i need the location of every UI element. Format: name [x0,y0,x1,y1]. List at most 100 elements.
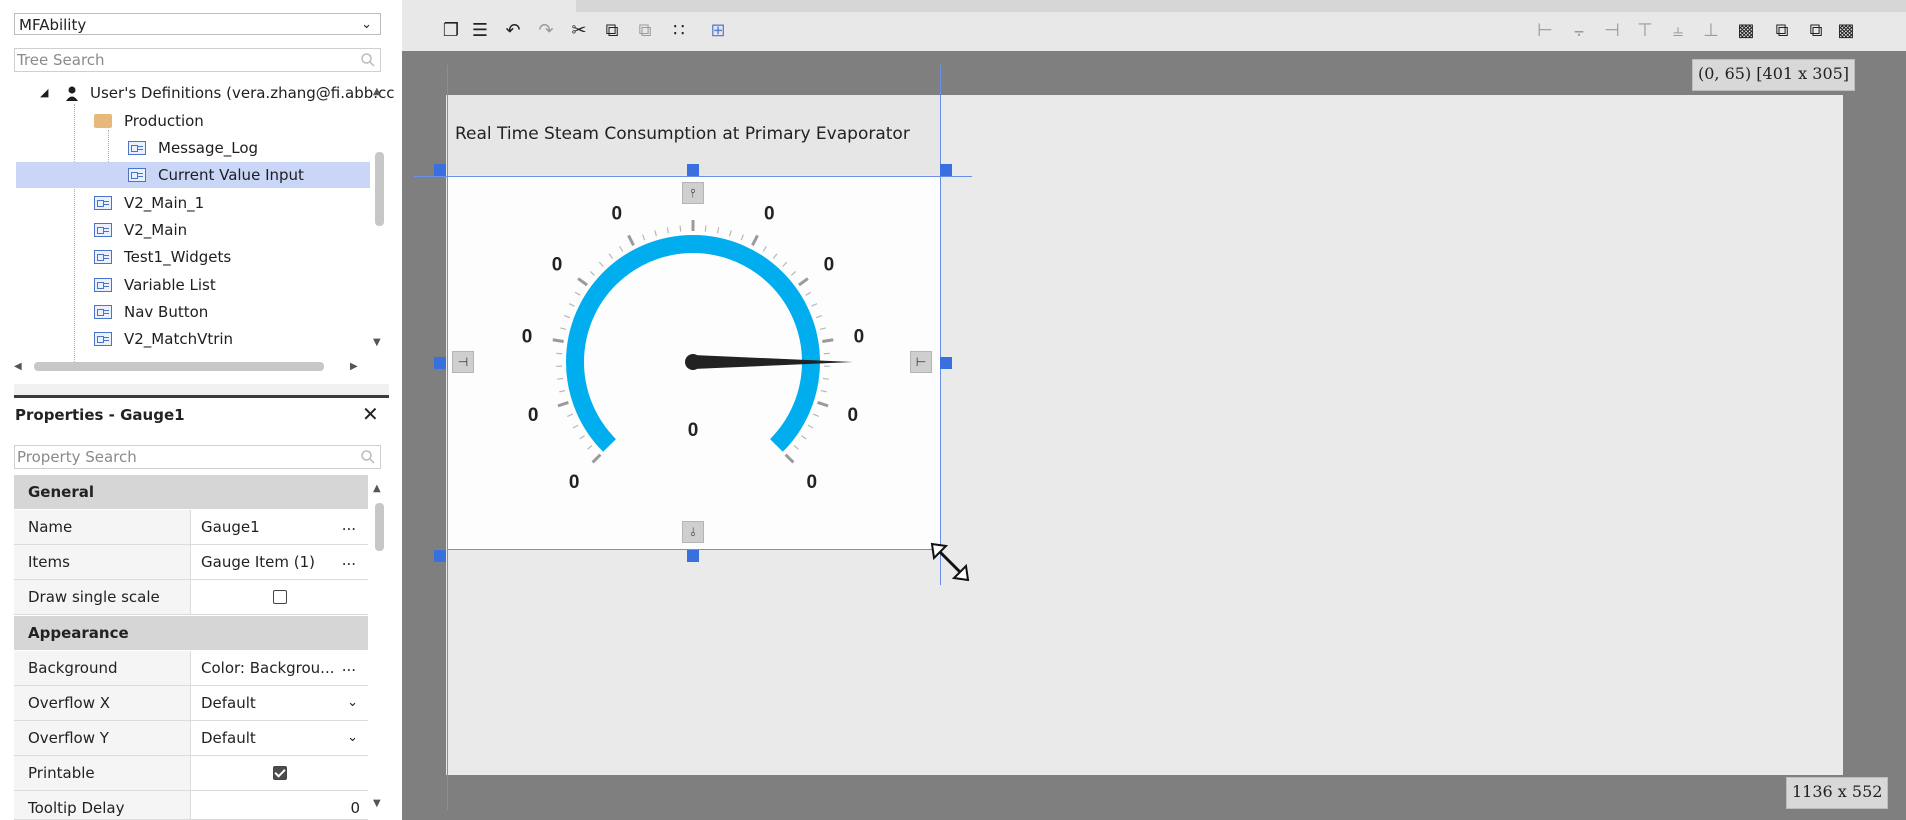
bring-to-front-icon[interactable]: ⧉ [1805,20,1827,42]
property-value-text: Gauge1 [201,518,260,536]
properties-vertical-scrollbar[interactable] [375,503,384,551]
display-icon [128,168,146,182]
gauge-tick-label: 0 [552,254,563,275]
undo-icon[interactable]: ↶ [502,20,524,42]
pin-left-icon[interactable]: ⊣ [452,351,474,373]
application-select-value: MFAbility [19,16,87,34]
gauge-minor-tick [762,246,767,252]
gauge-minor-tick [654,230,658,237]
selection-guide-right [940,65,941,585]
property-row-printable: Printable [14,756,368,791]
close-icon[interactable]: ✕ [362,402,379,426]
align-bottom-icon[interactable]: ⊥ [1700,20,1722,42]
gauge-tick-label: 0 [807,472,818,493]
property-label: Background [28,659,118,677]
display-icon [94,196,112,210]
gauge-major-tick [817,401,829,408]
grid-icon[interactable]: ∷ [668,20,690,42]
gauge-minor-tick [801,435,807,440]
paste-icon[interactable]: ⧉ [634,20,656,42]
draw-single-scale-checkbox[interactable] [273,590,287,604]
tree-item-variable-list[interactable]: Variable List [14,272,374,298]
resize-handle-bottom-left[interactable] [434,550,446,562]
overflow-x-select[interactable]: Default ⌄ [190,686,368,720]
scroll-down-arrow[interactable]: ▼ [373,798,381,809]
copy-icon[interactable]: ⧉ [601,20,623,42]
align-left-icon[interactable]: ⊢ [1534,20,1556,42]
property-value-printable [190,756,368,790]
gauge-minor-tick [811,303,818,307]
scroll-up-arrow[interactable]: ▲ [373,86,381,97]
property-group-label: General [28,483,94,501]
tree-item-label: Message_Log [158,139,259,157]
property-value-items[interactable]: Gauge Item (1) ... [190,545,368,579]
display-icon [94,223,112,237]
scroll-down-arrow[interactable]: ▼ [373,337,381,348]
gauge-minor-tick [716,227,720,234]
align-top-icon[interactable]: ⊤ [1634,20,1656,42]
property-label: Name [28,518,73,536]
resize-handle-top[interactable] [687,164,699,176]
cut-icon[interactable]: ✂ [568,20,590,42]
ellipsis-button[interactable]: ... [342,651,356,683]
resize-handle-left[interactable] [434,357,446,369]
gauge-minor-tick [772,253,778,259]
list-icon[interactable]: ☰ [469,20,491,42]
redo-icon[interactable]: ↷ [535,20,557,42]
property-group-appearance[interactable]: Appearance [14,616,368,650]
scroll-right-arrow[interactable]: ▶ [350,361,358,372]
align-middle-icon[interactable]: ⫨ [1667,20,1689,42]
send-to-back-icon[interactable]: ▩ [1835,20,1857,42]
tree-item-user-definitions[interactable]: ◢ User's Definitions (vera.zhang@fi.abb.… [14,80,395,106]
tree-item-production[interactable]: Production [14,108,374,134]
ellipsis-button[interactable]: ... [342,510,356,542]
gauge-hub [685,354,701,370]
scroll-left-arrow[interactable]: ◀ [14,361,22,372]
tree-item-test1-widgets[interactable]: Test1_Widgets [14,244,374,270]
snap-grid-icon[interactable]: ⊞ [707,20,729,42]
printable-checkbox[interactable] [273,766,287,780]
property-row-background: Background Color: Backgrou... ... [14,651,368,686]
duplicate-icon[interactable]: ❐ [440,20,462,42]
gauge-minor-tick [820,389,827,393]
gauge-widget[interactable]: 00000000000 0 ⫯ ⊣ ⊢ ⫰ [447,177,940,550]
tooltip-delay-input[interactable]: 0 [190,791,368,819]
tree-horizontal-scrollbar[interactable] [34,362,324,371]
tree-item-current-value-input[interactable]: Current Value Input [16,162,370,188]
selection-guide-top [414,176,972,177]
collapse-triangle-icon[interactable]: ◢ [40,80,48,106]
search-icon [361,53,375,67]
property-label: Tooltip Delay [28,799,125,817]
bring-forward-icon[interactable]: ▩ [1735,20,1757,42]
tree-vertical-scrollbar[interactable] [375,152,384,226]
property-value-name[interactable]: Gauge1 ... [190,510,368,544]
properties-title: Properties - Gauge1 [15,406,185,424]
tree-item-v2-main[interactable]: V2_Main [14,217,374,243]
tree-item-message-log[interactable]: Message_Log [14,135,374,161]
property-value-background[interactable]: Color: Backgrou... ... [190,651,368,685]
tree-item-nav-button[interactable]: Nav Button [14,299,374,325]
tree-item-v2-matchvtrin[interactable]: V2_MatchVtrin [14,326,374,352]
pin-bottom-icon[interactable]: ⫰ [682,521,704,543]
pin-right-icon[interactable]: ⊢ [910,351,932,373]
scroll-up-arrow[interactable]: ▲ [373,483,381,494]
property-search-input[interactable]: Property Search [14,445,381,469]
resize-handle-bottom[interactable] [687,550,699,562]
application-select[interactable]: MFAbility ⌄ [14,13,381,35]
display-icon [94,278,112,292]
tree-item-v2-main-1[interactable]: V2_Main_1 [14,190,374,216]
tree-item-label: Variable List [124,276,216,294]
resize-handle-right[interactable] [940,357,952,369]
overflow-y-select[interactable]: Default ⌄ [190,721,368,755]
align-right-icon[interactable]: ⊣ [1601,20,1623,42]
property-group-general[interactable]: General [14,475,368,509]
resize-handle-top-left[interactable] [434,164,446,176]
property-value-text: Gauge Item (1) [201,553,316,571]
ellipsis-button[interactable]: ... [342,545,356,577]
gauge-minor-tick [704,225,707,232]
align-center-icon[interactable]: ⨪ [1568,20,1590,42]
send-backward-icon[interactable]: ⧉ [1771,20,1793,42]
resize-handle-top-right[interactable] [940,164,952,176]
tree-search-input[interactable]: Tree Search [14,48,381,72]
pin-top-icon[interactable]: ⫯ [682,182,704,204]
